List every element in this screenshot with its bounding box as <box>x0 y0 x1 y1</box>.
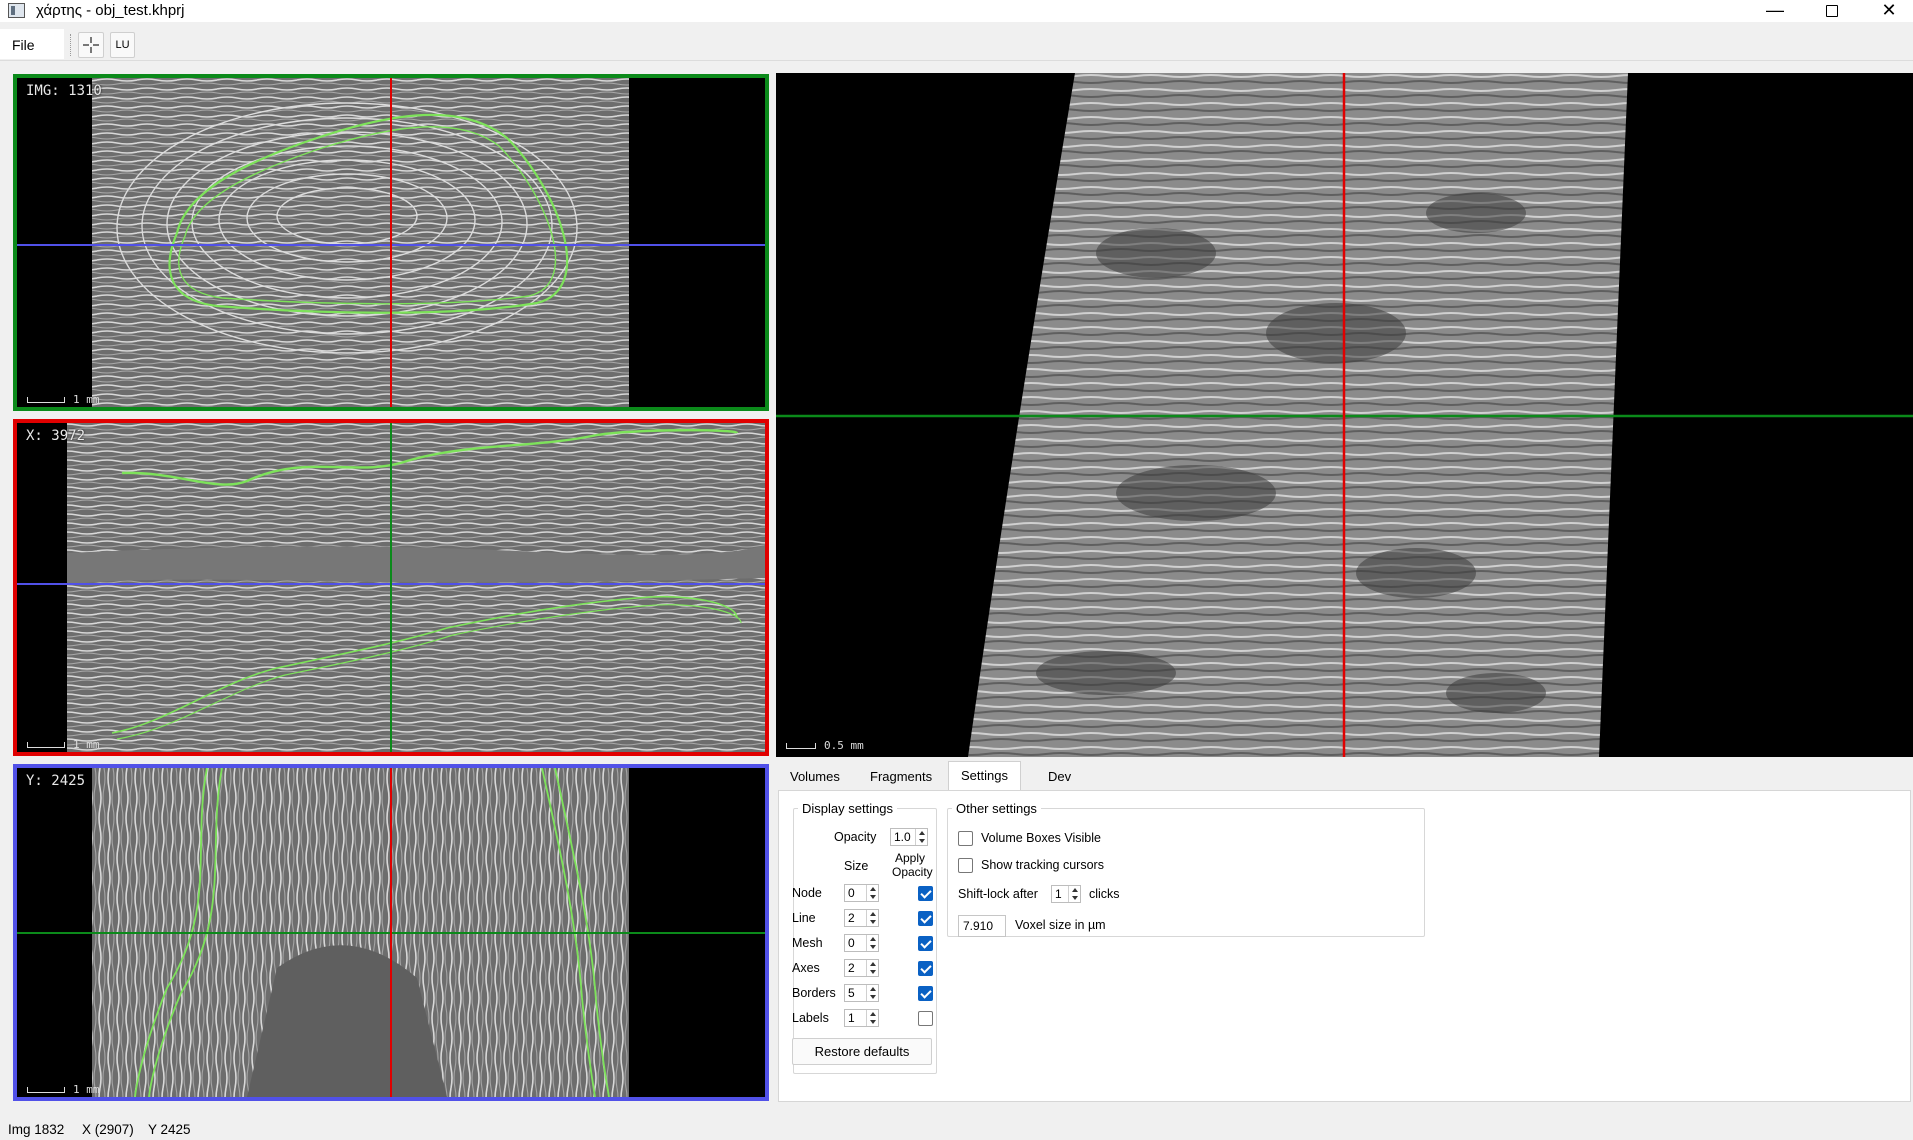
opacity-stepper-arrows[interactable] <box>915 829 927 845</box>
close-icon: ✕ <box>1881 0 1897 20</box>
row-label-node: Node <box>792 886 822 900</box>
shift-lock-arrows[interactable] <box>1068 886 1080 902</box>
labels-size-arrows[interactable] <box>866 1010 878 1026</box>
render-scale-bar: 0.5 mm <box>786 739 864 752</box>
menu-file[interactable]: File <box>12 37 35 53</box>
fragment-render-view[interactable]: 0.5 mm <box>776 73 1913 757</box>
status-img: Img 1832 <box>8 1122 65 1137</box>
row-label-borders: Borders <box>792 986 836 1000</box>
tab-volumes[interactable]: Volumes <box>778 763 852 791</box>
node-size-spinbox[interactable]: 0 <box>844 884 879 902</box>
window-title: χάρτης - obj_test.khprj <box>36 2 185 19</box>
volume-boxes-checkbox[interactable] <box>958 831 973 846</box>
row-label-labels: Labels <box>792 1011 829 1025</box>
borders-size-arrows[interactable] <box>866 985 878 1001</box>
other-settings-group: Other settings Volume Boxes Visible Show… <box>947 801 1425 937</box>
borders-size-value: 5 <box>848 986 855 1000</box>
row-label-mesh: Mesh <box>792 936 823 950</box>
opacity-label: Opacity <box>834 830 877 844</box>
row-label-line: Line <box>792 911 816 925</box>
settings-panel: Display settings Opacity 1.0 Size Apply … <box>778 790 1911 1102</box>
crosshair-button[interactable] <box>78 32 104 58</box>
close-button[interactable]: ✕ <box>1866 0 1912 22</box>
line-size-value: 2 <box>848 911 855 925</box>
borders-apply-checkbox[interactable] <box>918 986 933 1001</box>
axes-size-value: 2 <box>848 961 855 975</box>
node-apply-checkbox[interactable] <box>918 886 933 901</box>
line-size-spinbox[interactable]: 2 <box>844 909 879 927</box>
tab-dev-tools[interactable]: Dev Tools <box>1036 763 1090 812</box>
y-slice-view[interactable]: Y: 2425 1 mm <box>13 764 769 1101</box>
img-scale-bar: 1 mm <box>27 393 100 406</box>
menu-bar: File LU <box>0 28 1913 61</box>
maximize-icon <box>1826 5 1838 17</box>
tab-fragments[interactable]: Fragments <box>858 763 944 791</box>
y-scale-label: 1 mm <box>73 1083 100 1096</box>
app-icon <box>8 3 25 18</box>
labels-size-value: 1 <box>848 1011 855 1025</box>
x-slice-image <box>17 423 765 752</box>
borders-size-spinbox[interactable]: 5 <box>844 984 879 1002</box>
node-size-arrows[interactable] <box>866 885 878 901</box>
shift-lock-spinbox[interactable]: 1 <box>1051 885 1081 903</box>
y-scale-bar: 1 mm <box>27 1083 100 1096</box>
maximize-button[interactable] <box>1809 0 1855 22</box>
axes-apply-checkbox[interactable] <box>918 961 933 976</box>
lu-button[interactable]: LU <box>110 32 135 58</box>
status-bar: Img 1832 X (2907) Y 2425 <box>0 1116 1913 1140</box>
tracking-cursors-checkbox[interactable] <box>958 858 973 873</box>
opacity-spinbox[interactable]: 1.0 <box>890 828 928 846</box>
voxel-size-input[interactable]: 7.910 <box>958 915 1006 937</box>
status-x: X (2907) <box>82 1122 134 1137</box>
title-bar: χάρτης - obj_test.khprj — ✕ <box>0 0 1913 22</box>
apply-header-line2: Opacity <box>892 865 933 879</box>
axes-size-arrows[interactable] <box>866 960 878 976</box>
tracking-cursors-label[interactable]: Show tracking cursors <box>981 858 1104 872</box>
minimize-icon: — <box>1766 0 1784 20</box>
mesh-size-arrows[interactable] <box>866 935 878 951</box>
tab-settings[interactable]: Settings <box>948 761 1021 791</box>
x-slice-view[interactable]: X: 3972 1 mm <box>13 419 769 756</box>
line-apply-checkbox[interactable] <box>918 911 933 926</box>
x-scale-label: 1 mm <box>73 738 100 751</box>
line-size-arrows[interactable] <box>866 910 878 926</box>
other-settings-title: Other settings <box>956 801 1037 816</box>
shift-lock-suffix: clicks <box>1089 887 1120 901</box>
img-slice-image <box>17 78 765 407</box>
render-scale-label: 0.5 mm <box>824 739 864 752</box>
display-settings-group: Display settings Opacity 1.0 Size Apply … <box>792 801 937 1074</box>
row-label-axes: Axes <box>792 961 820 975</box>
toolbar-separator <box>70 34 71 56</box>
labels-apply-checkbox[interactable] <box>918 1011 933 1026</box>
node-size-value: 0 <box>848 886 855 900</box>
labels-size-spinbox[interactable]: 1 <box>844 1009 879 1027</box>
opacity-value: 1.0 <box>894 830 911 844</box>
shift-lock-prefix: Shift-lock after <box>958 887 1038 901</box>
axes-size-spinbox[interactable]: 2 <box>844 959 879 977</box>
status-y: Y 2425 <box>148 1122 191 1137</box>
crosshair-icon <box>83 37 99 53</box>
mesh-apply-checkbox[interactable] <box>918 936 933 951</box>
mesh-size-value: 0 <box>848 936 855 950</box>
x-scale-bar: 1 mm <box>27 738 100 751</box>
menu-file-box[interactable]: File <box>0 29 64 59</box>
y-view-label: Y: 2425 <box>26 773 86 789</box>
img-scale-label: 1 mm <box>73 393 100 406</box>
voxel-size-label: Voxel size in µm <box>1015 918 1106 932</box>
img-view-label: IMG: 1310 <box>26 83 102 99</box>
shift-lock-value: 1 <box>1055 887 1062 901</box>
x-view-label: X: 3972 <box>26 428 86 444</box>
img-slice-view[interactable]: IMG: 1310 1 mm <box>13 74 769 411</box>
volume-boxes-label[interactable]: Volume Boxes Visible <box>981 831 1101 845</box>
display-settings-title: Display settings <box>802 801 894 816</box>
minimize-button[interactable]: — <box>1752 0 1798 22</box>
y-slice-image <box>17 768 765 1097</box>
mesh-size-spinbox[interactable]: 0 <box>844 934 879 952</box>
fragment-render-image <box>776 73 1913 757</box>
apply-header-line1: Apply <box>895 851 926 865</box>
size-header: Size <box>844 859 869 873</box>
restore-defaults-button[interactable]: Restore defaults <box>792 1038 932 1065</box>
